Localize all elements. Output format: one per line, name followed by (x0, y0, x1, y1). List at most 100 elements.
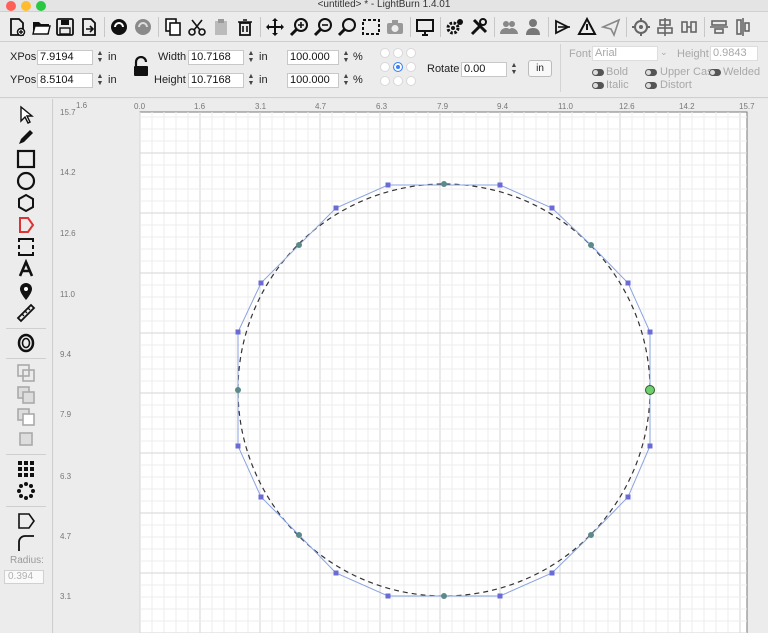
new-file-icon[interactable] (6, 16, 28, 38)
paste-icon[interactable] (210, 16, 232, 38)
lock-aspect-icon[interactable] (130, 55, 152, 78)
subtract-icon[interactable] (14, 406, 38, 428)
polygon-icon[interactable] (14, 192, 38, 214)
ypos-stepper[interactable]: ▲ ▼ (96, 73, 104, 87)
font-select[interactable]: Arial (592, 46, 658, 61)
width-input[interactable]: 10.7168 (188, 50, 244, 65)
union-icon[interactable] (14, 384, 38, 406)
group-icon[interactable] (498, 16, 520, 38)
units-toggle-button[interactable]: in (528, 60, 552, 77)
mirror-icon[interactable] (552, 16, 574, 38)
scale-width-stepper[interactable]: ▲ ▼ (342, 50, 350, 64)
node-square (647, 443, 653, 449)
text-height-label: Height (677, 48, 709, 60)
send-icon[interactable] (600, 16, 622, 38)
export-icon[interactable] (78, 16, 100, 38)
pencil-icon[interactable] (14, 126, 38, 148)
monitor-icon[interactable] (414, 16, 436, 38)
node-circle (296, 532, 302, 538)
circle-black-icon[interactable] (108, 16, 130, 38)
node-square (258, 494, 264, 500)
distort-toggle[interactable] (645, 82, 657, 89)
corner-radius-icon[interactable] (14, 532, 38, 554)
open-folder-icon[interactable] (30, 16, 52, 38)
bold-toggle[interactable] (592, 69, 604, 76)
node-square (549, 570, 555, 576)
move-icon[interactable] (264, 16, 286, 38)
lightburn-icon[interactable] (576, 16, 598, 38)
height-unit: in (259, 74, 268, 86)
bold-label: Bold (606, 66, 629, 78)
save-icon[interactable] (54, 16, 76, 38)
select-icon[interactable] (14, 104, 38, 126)
zoom-in-icon[interactable] (288, 16, 310, 38)
zoom-out-icon[interactable] (312, 16, 334, 38)
align-icon[interactable] (654, 16, 676, 38)
ruler-y-label: 3.1 (60, 592, 72, 601)
scale-height-stepper[interactable]: ▲ ▼ (342, 73, 350, 87)
polygon-red-icon[interactable] (14, 214, 38, 236)
text-height-input[interactable]: 0.9843 (710, 46, 758, 61)
align-v-icon[interactable] (732, 16, 754, 38)
title-bar: <untitled> * - LightBurn 1.4.01 (0, 0, 768, 12)
node-square (235, 443, 241, 449)
zoom-selection-icon[interactable] (360, 16, 382, 38)
ruler-corner-label: 1.6 (76, 101, 88, 110)
ruler-x-label: 15.7 (739, 102, 755, 111)
node-square (385, 182, 391, 188)
height-stepper[interactable]: ▲ ▼ (247, 73, 255, 87)
ruler-x-label: 11.0 (558, 102, 574, 111)
position-icon[interactable] (14, 280, 38, 302)
rotate-stepper[interactable]: ▲ ▼ (510, 62, 518, 76)
delete-icon[interactable] (234, 16, 256, 38)
tools-panel (0, 99, 53, 633)
intersect-icon[interactable] (14, 428, 38, 450)
text-icon[interactable] (14, 258, 38, 280)
design-canvas[interactable]: 0.0 1.6 3.1 4.7 6.3 7.9 9.4 11.0 12.6 14.2 15.7 15… (54, 99, 768, 633)
upper-case-toggle[interactable] (645, 69, 657, 76)
tools-icon[interactable] (468, 16, 490, 38)
node-circle (441, 593, 447, 599)
zoom-fit-icon[interactable] (336, 16, 358, 38)
array-icon[interactable] (14, 458, 38, 480)
width-stepper[interactable]: ▲ ▼ (247, 50, 255, 64)
frame-icon[interactable] (14, 236, 38, 258)
circle-grey-icon[interactable] (132, 16, 154, 38)
settings-icon[interactable] (444, 16, 466, 38)
node-circle (441, 181, 447, 187)
width-label: Width (158, 51, 187, 63)
ellipse-icon[interactable] (14, 170, 38, 192)
node-circle (588, 242, 594, 248)
distribute-icon[interactable] (678, 16, 700, 38)
rotate-input[interactable]: 0.00 (461, 62, 507, 77)
scale-width-input[interactable]: 100.000 (287, 50, 339, 65)
copy-icon[interactable] (162, 16, 184, 38)
rectangle-icon[interactable] (14, 148, 38, 170)
height-label: Height (154, 74, 186, 86)
ypos-input[interactable]: 8.5104 (37, 73, 93, 88)
cut-icon[interactable] (186, 16, 208, 38)
ruler-y-label: 6.3 (60, 472, 72, 481)
circular-array-icon[interactable] (14, 480, 38, 502)
align-h-icon[interactable] (708, 16, 730, 38)
weld-icon[interactable] (14, 362, 38, 384)
target-icon[interactable] (630, 16, 652, 38)
italic-toggle[interactable] (592, 82, 604, 89)
node-square (625, 280, 631, 286)
chevron-down-icon[interactable]: ⌄ (660, 47, 668, 58)
ruler-y-label: 12.6 (60, 229, 76, 238)
height-input[interactable]: 10.7168 (188, 73, 244, 88)
user-icon[interactable] (522, 16, 544, 38)
xpos-input[interactable]: 7.9194 (37, 50, 93, 65)
measure-icon[interactable] (14, 302, 38, 324)
camera-icon[interactable] (384, 16, 406, 38)
ruler-x-label: 12.6 (619, 102, 635, 111)
xpos-stepper[interactable]: ▲ ▼ (96, 50, 104, 64)
edit-nodes-icon[interactable] (14, 510, 38, 532)
welded-toggle[interactable] (709, 69, 721, 76)
ypos-label: YPos (10, 74, 37, 86)
offset-icon[interactable] (14, 332, 38, 354)
scale-height-input[interactable]: 100.000 (287, 73, 339, 88)
workspace-grid[interactable]: 0.0 1.6 3.1 4.7 6.3 7.9 9.4 11.0 12.6 14.2 15.7 15… (54, 99, 768, 633)
radius-input[interactable]: 0.394 (4, 570, 44, 584)
